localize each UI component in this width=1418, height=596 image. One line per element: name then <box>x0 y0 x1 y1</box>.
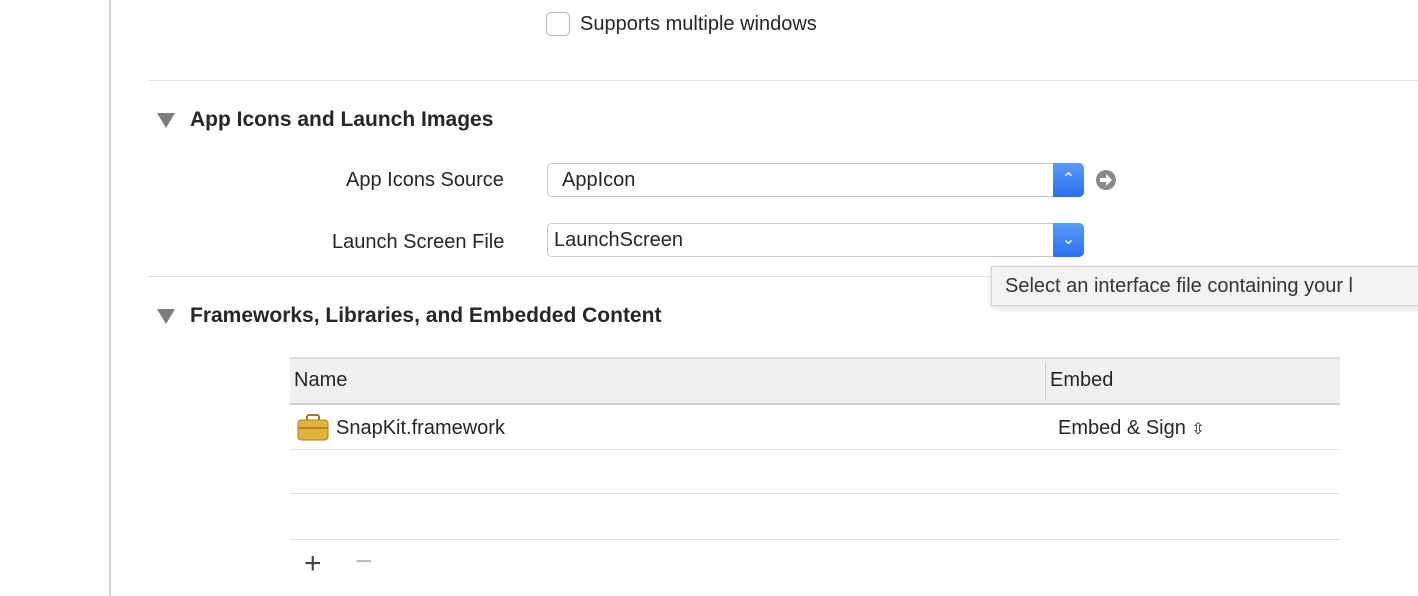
sidebar-divider <box>109 0 111 596</box>
supports-multiple-windows-checkbox[interactable] <box>546 12 570 36</box>
column-header-name[interactable]: Name <box>294 369 347 392</box>
disclosure-triangle-icon[interactable] <box>157 309 175 324</box>
embed-value: Embed & Sign <box>1058 417 1186 439</box>
framework-name: SnapKit.framework <box>336 417 505 439</box>
up-down-chevron-icon: ⇳ <box>1191 421 1205 438</box>
go-arrow-icon[interactable] <box>1095 169 1117 191</box>
app-icons-source-label: App Icons Source <box>346 169 504 191</box>
embed-popup[interactable]: Embed & Sign ⇳ <box>1058 417 1205 440</box>
section-title-app-icons: App Icons and Launch Images <box>190 108 494 131</box>
column-header-embed[interactable]: Embed <box>1050 369 1113 392</box>
launch-screen-file-combobox[interactable]: LaunchScreen ⌄ <box>547 223 1084 257</box>
table-row[interactable]: SnapKit.framework Embed & Sign ⇳ <box>290 406 1340 450</box>
column-separator <box>1045 362 1046 400</box>
section-title-frameworks: Frameworks, Libraries, and Embedded Cont… <box>190 304 662 327</box>
chevron-down-icon[interactable]: ⌄ <box>1053 223 1084 257</box>
remove-button[interactable]: − <box>355 545 373 579</box>
disclosure-triangle-icon[interactable] <box>157 113 175 128</box>
row-divider <box>290 493 1340 494</box>
section-divider <box>148 80 1418 81</box>
launch-screen-file-value: LaunchScreen <box>554 229 683 251</box>
launch-screen-file-label: Launch Screen File <box>332 231 505 253</box>
supports-multiple-windows-label: Supports multiple windows <box>580 13 817 35</box>
add-button[interactable]: + <box>304 547 322 581</box>
toolbox-icon <box>297 414 329 441</box>
tooltip: Select an interface file containing your… <box>991 266 1418 306</box>
table-header <box>290 357 1340 405</box>
app-icons-source-popup[interactable]: AppIcon ⌃ <box>547 163 1084 197</box>
row-divider <box>290 539 1340 540</box>
app-icons-source-value: AppIcon <box>562 169 636 191</box>
up-down-chevron-icon: ⌃ <box>1053 163 1084 197</box>
